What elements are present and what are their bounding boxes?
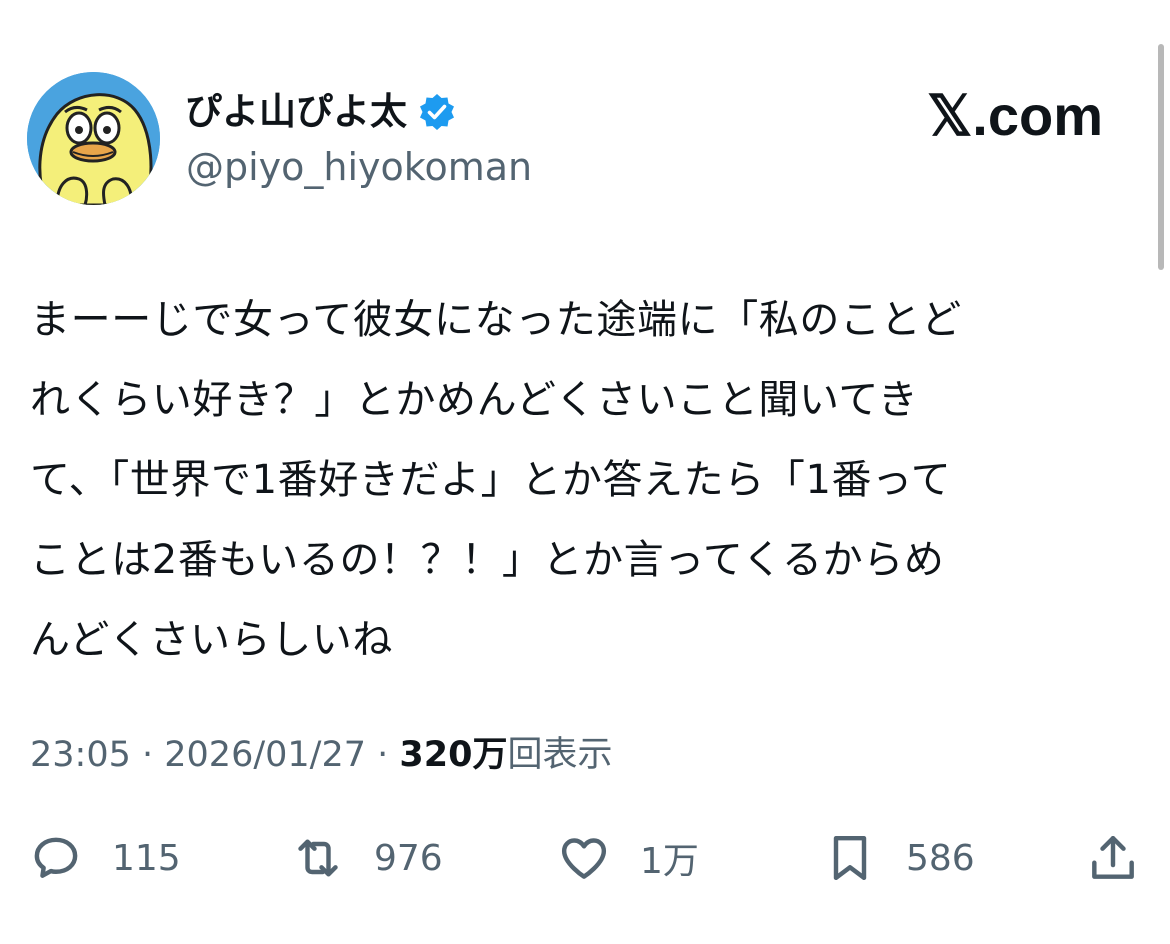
like-count: 1万 [640, 841, 699, 882]
avatar-character [27, 72, 160, 205]
bookmark-count: 586 [906, 837, 975, 879]
heart-icon [561, 838, 607, 879]
author-display-name[interactable]: ぴよ山ぴよ太 [185, 88, 407, 136]
avatar[interactable] [27, 72, 160, 205]
author-handle[interactable]: @piyo_hiyokoman [186, 143, 532, 191]
views-label: 回表示 [507, 735, 613, 775]
scrollbar[interactable] [1158, 44, 1164, 270]
meta-separator: · [130, 735, 165, 775]
reply-icon [34, 837, 78, 878]
tweet-date[interactable]: 2026/01/27 [164, 735, 366, 775]
repost-count: 976 [374, 837, 443, 879]
repost-icon [298, 839, 338, 877]
x-logo: 𝕏.com [927, 84, 1103, 147]
like-button[interactable]: 1万 [556, 830, 699, 886]
author-display-name-row[interactable]: ぴよ山ぴよ太 [185, 88, 457, 136]
tweet-metadata: 23:05 · 2026/01/27 · 320万回表示 [30, 731, 612, 779]
bookmark-icon [833, 835, 867, 881]
tweet-text: まーーじで女って彼女になった途端に「私のことど れくらい好き？」とかめんどくさい… [30, 297, 962, 663]
share-icon [1092, 835, 1134, 879]
bookmark-button[interactable]: 586 [822, 830, 975, 886]
views-count: 320万 [399, 735, 508, 775]
reply-button[interactable]: 115 [28, 830, 181, 886]
meta-separator: · [366, 735, 400, 775]
tweet-time[interactable]: 23:05 [30, 735, 131, 775]
verified-badge-icon [417, 92, 457, 132]
share-button[interactable] [1085, 830, 1141, 886]
reply-count: 115 [112, 837, 181, 879]
repost-button[interactable]: 976 [290, 830, 443, 886]
